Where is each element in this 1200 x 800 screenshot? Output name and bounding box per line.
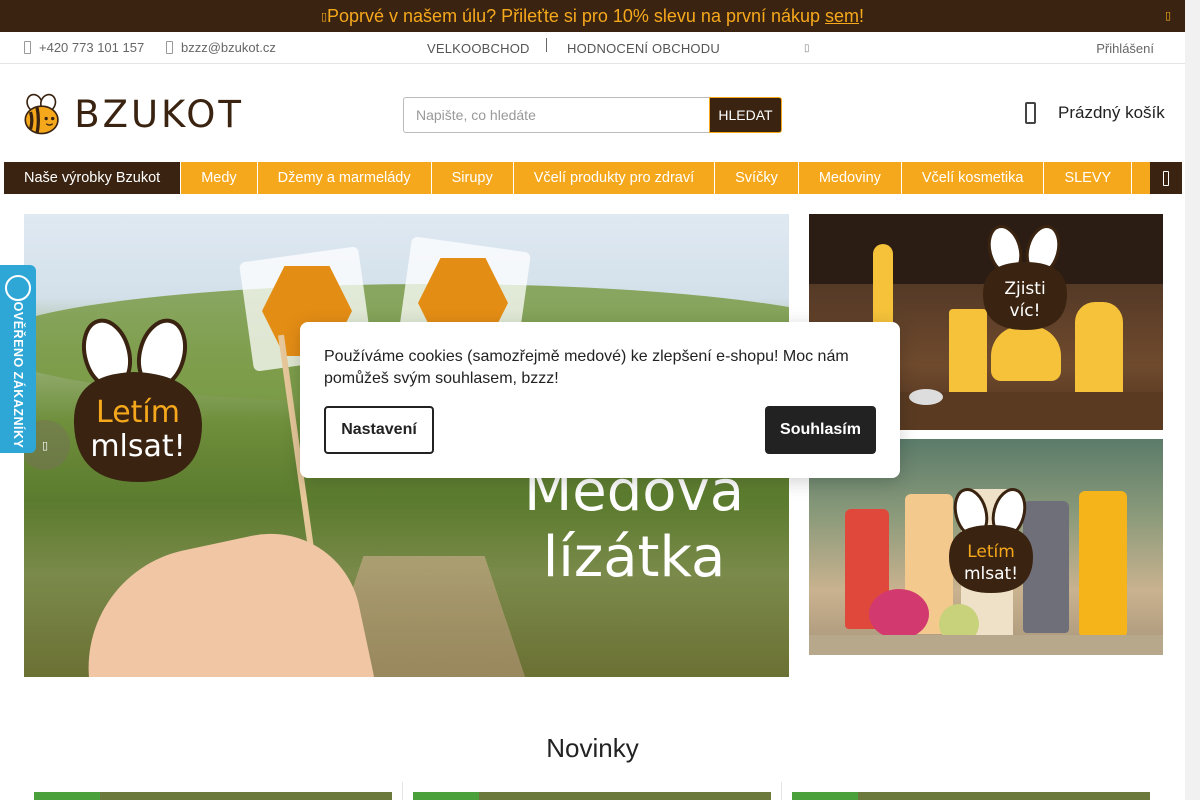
candle bbox=[991, 326, 1061, 381]
cookie-settings-button[interactable]: Nastavení bbox=[324, 406, 434, 454]
product-card[interactable] bbox=[792, 792, 1150, 800]
bee-badge-icon: Letím mlsat! bbox=[73, 318, 202, 482]
nav-item-honey[interactable]: Medy bbox=[181, 162, 258, 194]
close-icon[interactable]: ▯ bbox=[1165, 0, 1171, 32]
announcement-bar: ▯ Poprvé v našem úlu? Přileťte si pro 10%… bbox=[0, 0, 1185, 32]
nav-item-our-products[interactable]: Naše výrobky Bzukot bbox=[4, 162, 182, 194]
email-icon bbox=[166, 41, 173, 54]
announcement-suffix: ! bbox=[859, 6, 865, 26]
chevron-left-icon: ▯ bbox=[41, 439, 49, 452]
bee-badge-icon: Letím mlsat! bbox=[949, 487, 1033, 593]
hero-badge-line2: mlsat! bbox=[90, 429, 185, 464]
phone-contact[interactable]: +420 773 101 157 bbox=[24, 40, 144, 55]
cart-label: Prázdný košík bbox=[1058, 103, 1165, 122]
bee-logo-icon bbox=[24, 93, 59, 135]
section-title: Novinky bbox=[546, 733, 639, 763]
search-input[interactable] bbox=[403, 97, 709, 133]
scrollbar[interactable] bbox=[1185, 0, 1200, 800]
dragonfruit bbox=[869, 589, 929, 639]
bee-badge-icon: Zjisti víc! bbox=[983, 224, 1067, 330]
main-nav: Naše výrobky Bzukot Medy Džemy a marmelá… bbox=[4, 162, 1182, 194]
nav-item-syrups[interactable]: Sirupy bbox=[432, 162, 514, 194]
new-badge bbox=[413, 792, 479, 800]
logo-text: BZUKOT bbox=[74, 92, 244, 136]
nav-item-meads[interactable]: Medoviny bbox=[799, 162, 902, 194]
wholesale-link[interactable]: VELKOOBCHOD bbox=[427, 41, 530, 56]
hand-image bbox=[66, 517, 382, 677]
hero-title-line2: lízátka bbox=[542, 525, 726, 590]
tealight bbox=[909, 389, 943, 405]
side2-badge-line2: mlsat! bbox=[964, 564, 1018, 584]
nav-item-jams[interactable]: Džemy a marmelády bbox=[258, 162, 432, 194]
product-card[interactable] bbox=[34, 792, 392, 800]
cookie-accept-button[interactable]: Souhlasím bbox=[765, 406, 876, 454]
store-rating-link[interactable]: HODNOCENÍ OBCHODU bbox=[567, 41, 720, 56]
verified-badge-text: OVĚŘENO ZÁKAZNÍKY bbox=[11, 301, 25, 449]
search-form: HLEDAT bbox=[403, 97, 782, 133]
phone-number: +420 773 101 157 bbox=[39, 40, 145, 55]
candle bbox=[1075, 302, 1123, 402]
new-badge bbox=[792, 792, 858, 800]
side1-badge-line2: víc! bbox=[1010, 301, 1041, 321]
nav-item-cosmetics[interactable]: Včelí kosmetika bbox=[902, 162, 1045, 194]
table-surface bbox=[809, 635, 1163, 655]
divider bbox=[546, 38, 547, 52]
logo[interactable]: BZUKOT bbox=[24, 82, 244, 146]
cookie-dialog: Používáme cookies (samozřejmě medové) ke… bbox=[300, 322, 900, 478]
search-button[interactable]: HLEDAT bbox=[709, 97, 782, 133]
language-icon[interactable]: ▯ bbox=[804, 43, 810, 54]
cart-icon bbox=[1025, 102, 1036, 124]
hero-badge-line1: Letím bbox=[96, 395, 180, 430]
bottle bbox=[1079, 491, 1127, 636]
announcement-link[interactable]: sem bbox=[825, 6, 859, 26]
cart[interactable]: Prázdný košík bbox=[1025, 102, 1165, 124]
divider bbox=[781, 782, 782, 800]
side2-badge-line1: Letím bbox=[967, 542, 1015, 562]
top-info-bar: +420 773 101 157 bzzz@bzukot.cz VELKOOBC… bbox=[0, 33, 1185, 64]
email-contact[interactable]: bzzz@bzukot.cz bbox=[166, 40, 276, 55]
login-link[interactable]: Přihlášení bbox=[1096, 41, 1154, 56]
nav-item-bee-health[interactable]: Včelí produkty pro zdraví bbox=[514, 162, 716, 194]
cookie-message: Používáme cookies (samozřejmě medové) ke… bbox=[324, 348, 849, 387]
menu-icon bbox=[1163, 170, 1169, 186]
divider bbox=[402, 782, 403, 800]
verified-customers-badge[interactable]: OVĚŘENO ZÁKAZNÍKY bbox=[0, 265, 36, 453]
email-address: bzzz@bzukot.cz bbox=[181, 40, 276, 55]
new-badge bbox=[34, 792, 100, 800]
side1-badge-line1: Zjisti bbox=[1004, 279, 1045, 299]
verified-seal-icon bbox=[5, 275, 31, 301]
nav-item-candles[interactable]: Svíčky bbox=[715, 162, 799, 194]
product-card[interactable] bbox=[413, 792, 771, 800]
announcement-text: Poprvé v našem úlu? Přileťte si pro 10% … bbox=[327, 6, 826, 26]
menu-toggle-button[interactable] bbox=[1150, 162, 1182, 194]
hero-title: Medová lízátka bbox=[484, 459, 784, 591]
nav-item-sales[interactable]: SLEVY bbox=[1044, 162, 1133, 194]
phone-icon bbox=[24, 41, 31, 54]
